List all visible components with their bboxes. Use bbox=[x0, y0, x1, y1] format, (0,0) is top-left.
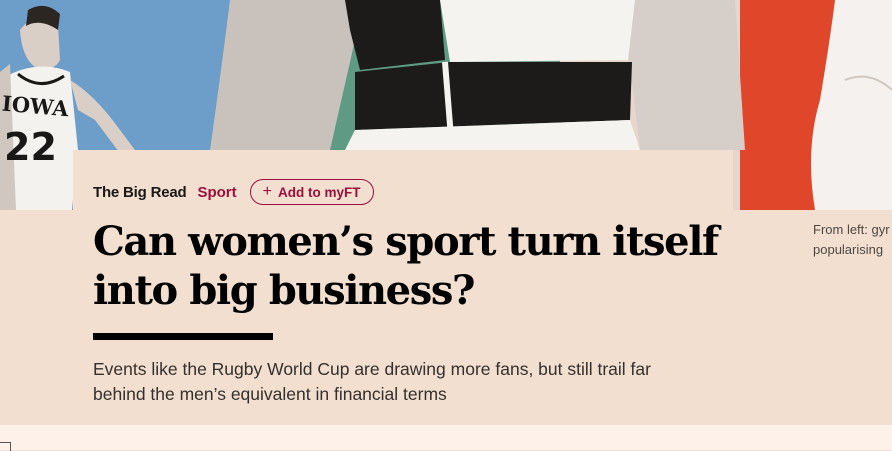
jersey-number-text: 22 bbox=[4, 125, 57, 169]
add-to-myft-label: Add to myFT bbox=[277, 184, 361, 200]
article-title: Can women’s sport turn itself into big b… bbox=[93, 218, 719, 314]
caption-line: From left: gyr bbox=[813, 222, 890, 237]
article-meta: The Big Read Sport + Add to myFT bbox=[93, 177, 375, 207]
title-rule bbox=[93, 333, 273, 340]
add-to-myft-button[interactable]: + Add to myFT bbox=[249, 179, 375, 205]
article-standfirst: Events like the Rugby World Cup are draw… bbox=[93, 359, 651, 404]
image-caption: From left: gyr popularising bbox=[813, 220, 892, 260]
content-area bbox=[0, 425, 892, 450]
caption-line: popularising bbox=[813, 242, 884, 257]
plus-icon: + bbox=[262, 183, 272, 200]
right-athlete-figure bbox=[811, 0, 892, 210]
topic-link[interactable]: Sport bbox=[197, 184, 236, 201]
series-label: The Big Read bbox=[93, 183, 187, 201]
center-athlete-figure bbox=[210, 0, 745, 151]
